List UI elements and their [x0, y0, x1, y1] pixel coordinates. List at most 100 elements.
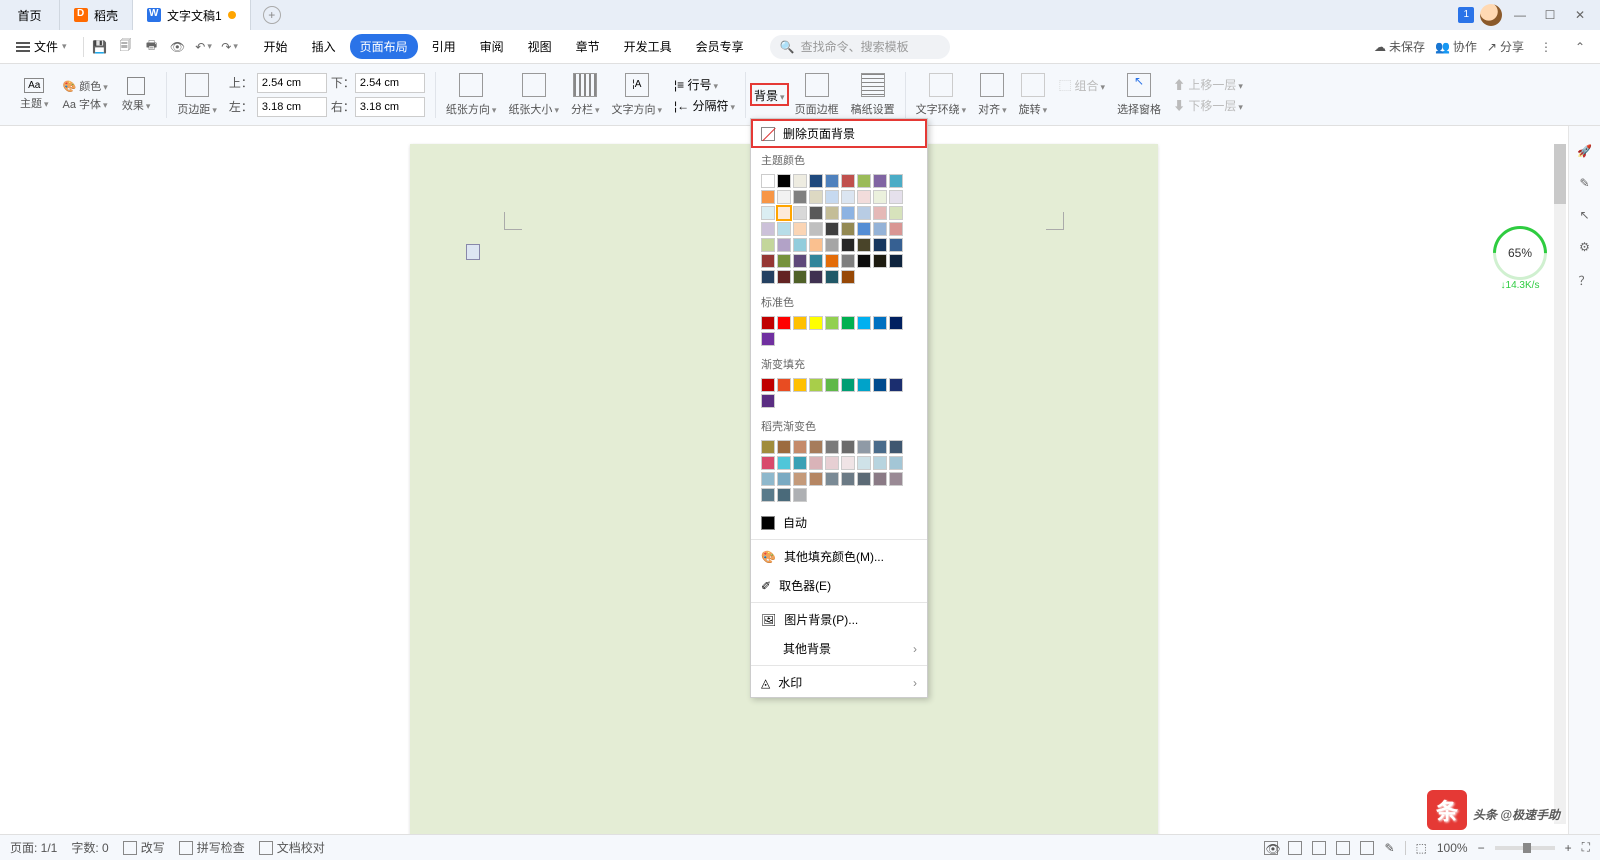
rewrite-button[interactable]: 改写	[123, 839, 165, 856]
color-swatch[interactable]	[825, 472, 839, 486]
color-swatch[interactable]	[809, 238, 823, 252]
color-swatch[interactable]	[777, 190, 791, 204]
color-swatch[interactable]	[761, 472, 775, 486]
color-swatch[interactable]	[873, 316, 887, 330]
margin-left-input[interactable]	[257, 97, 327, 117]
share-button[interactable]: ↗分享	[1487, 38, 1524, 55]
color-swatch[interactable]	[841, 254, 855, 268]
eyedropper-item[interactable]: ✐取色器(E)	[751, 571, 927, 600]
download-progress[interactable]: 65% ↓14.3K/s	[1490, 226, 1550, 296]
color-swatch[interactable]	[825, 456, 839, 470]
color-swatch[interactable]	[777, 174, 791, 188]
selection-pane-button[interactable]: ↖选择窗格	[1111, 64, 1167, 125]
delete-background-item[interactable]: 删除页面背景	[751, 119, 927, 148]
color-swatch[interactable]	[825, 238, 839, 252]
color-swatch[interactable]	[889, 316, 903, 330]
color-swatch[interactable]	[857, 254, 871, 268]
color-swatch[interactable]	[809, 440, 823, 454]
save-icon[interactable]: 💾	[92, 39, 108, 55]
color-swatch[interactable]	[809, 456, 823, 470]
color-swatch[interactable]	[841, 472, 855, 486]
color-swatch[interactable]	[761, 316, 775, 330]
color-swatch[interactable]	[761, 456, 775, 470]
menu-view[interactable]: 视图	[518, 34, 562, 59]
color-swatch[interactable]	[889, 456, 903, 470]
margin-right-input[interactable]	[355, 97, 425, 117]
color-swatch[interactable]	[857, 206, 871, 220]
color-swatch[interactable]	[841, 456, 855, 470]
help-icon[interactable]: ？	[1578, 272, 1590, 289]
color-swatch[interactable]	[889, 174, 903, 188]
word-count[interactable]: 字数: 0	[71, 839, 108, 856]
color-swatch[interactable]	[793, 472, 807, 486]
color-swatch[interactable]	[825, 270, 839, 284]
color-swatch[interactable]	[761, 488, 775, 502]
background-button[interactable]: 背景	[750, 83, 789, 106]
color-swatch[interactable]	[825, 222, 839, 236]
search-box[interactable]: 🔍查找命令、搜索模板	[770, 35, 950, 59]
color-swatch[interactable]	[873, 254, 887, 268]
color-swatch[interactable]	[777, 472, 791, 486]
edit-icon[interactable]: ✎	[1384, 841, 1394, 855]
other-background-item[interactable]: 其他背景	[751, 634, 927, 663]
print-icon[interactable]: 🖶	[144, 39, 160, 55]
color-swatch[interactable]	[841, 270, 855, 284]
color-swatch[interactable]	[825, 378, 839, 392]
zoom-settings-icon[interactable]: ⬚	[1416, 841, 1427, 855]
color-swatch[interactable]	[889, 378, 903, 392]
color-swatch[interactable]	[761, 270, 775, 284]
color-swatch[interactable]	[761, 254, 775, 268]
color-swatch[interactable]	[873, 238, 887, 252]
color-swatch[interactable]	[825, 206, 839, 220]
collab-button[interactable]: 👥协作	[1435, 38, 1477, 55]
color-swatch[interactable]	[889, 472, 903, 486]
redo-button[interactable]: ↷	[222, 39, 238, 55]
color-swatch[interactable]	[857, 190, 871, 204]
color-swatch[interactable]	[825, 174, 839, 188]
color-swatch[interactable]	[761, 222, 775, 236]
color-swatch[interactable]	[777, 440, 791, 454]
theme-font-button[interactable]: Aa 字体	[63, 96, 108, 112]
color-swatch[interactable]	[873, 190, 887, 204]
tab-docer[interactable]: 稻壳	[60, 0, 133, 30]
color-swatch[interactable]	[809, 378, 823, 392]
menu-start[interactable]: 开始	[254, 34, 298, 59]
rocket-icon[interactable]: 🚀	[1577, 144, 1592, 158]
color-swatch[interactable]	[857, 440, 871, 454]
unsaved-button[interactable]: ☁未保存	[1374, 38, 1425, 55]
color-swatch[interactable]	[873, 222, 887, 236]
color-swatch[interactable]	[857, 222, 871, 236]
close-button[interactable]: ✕	[1568, 3, 1592, 27]
color-swatch[interactable]	[793, 316, 807, 330]
zoom-out-button[interactable]: −	[1478, 841, 1485, 855]
color-swatch[interactable]	[841, 174, 855, 188]
color-swatch[interactable]	[761, 174, 775, 188]
color-swatch[interactable]	[841, 206, 855, 220]
view-mode-read-icon[interactable]	[1360, 841, 1374, 855]
menu-dev-tools[interactable]: 开发工具	[614, 34, 682, 59]
picture-background-item[interactable]: 🖼图片背景(P)...	[751, 605, 927, 634]
manuscript-button[interactable]: 稿纸设置	[845, 64, 901, 125]
color-swatch[interactable]	[841, 222, 855, 236]
view-mode-outline-icon[interactable]	[1312, 841, 1326, 855]
color-swatch[interactable]	[809, 254, 823, 268]
spellcheck-button[interactable]: 拼写检查	[179, 839, 245, 856]
theme-color-button[interactable]: 🎨 颜色	[63, 78, 108, 94]
color-swatch[interactable]	[793, 238, 807, 252]
scrollbar-thumb[interactable]	[1554, 144, 1566, 204]
view-mode-print-icon[interactable]	[1288, 841, 1302, 855]
color-swatch[interactable]	[761, 440, 775, 454]
view-mode-web-icon[interactable]	[1336, 841, 1350, 855]
color-swatch[interactable]	[889, 254, 903, 268]
tab-document[interactable]: 文字文稿1	[133, 0, 251, 30]
preview-icon[interactable]: 👁	[170, 39, 186, 55]
color-swatch[interactable]	[809, 206, 823, 220]
align-button[interactable]: 对齐	[972, 64, 1013, 125]
zoom-level[interactable]: 100%	[1437, 841, 1468, 855]
color-swatch[interactable]	[761, 378, 775, 392]
color-swatch[interactable]	[841, 440, 855, 454]
color-swatch[interactable]	[841, 316, 855, 330]
color-swatch[interactable]	[825, 254, 839, 268]
color-swatch[interactable]	[777, 378, 791, 392]
menu-insert[interactable]: 插入	[302, 34, 346, 59]
